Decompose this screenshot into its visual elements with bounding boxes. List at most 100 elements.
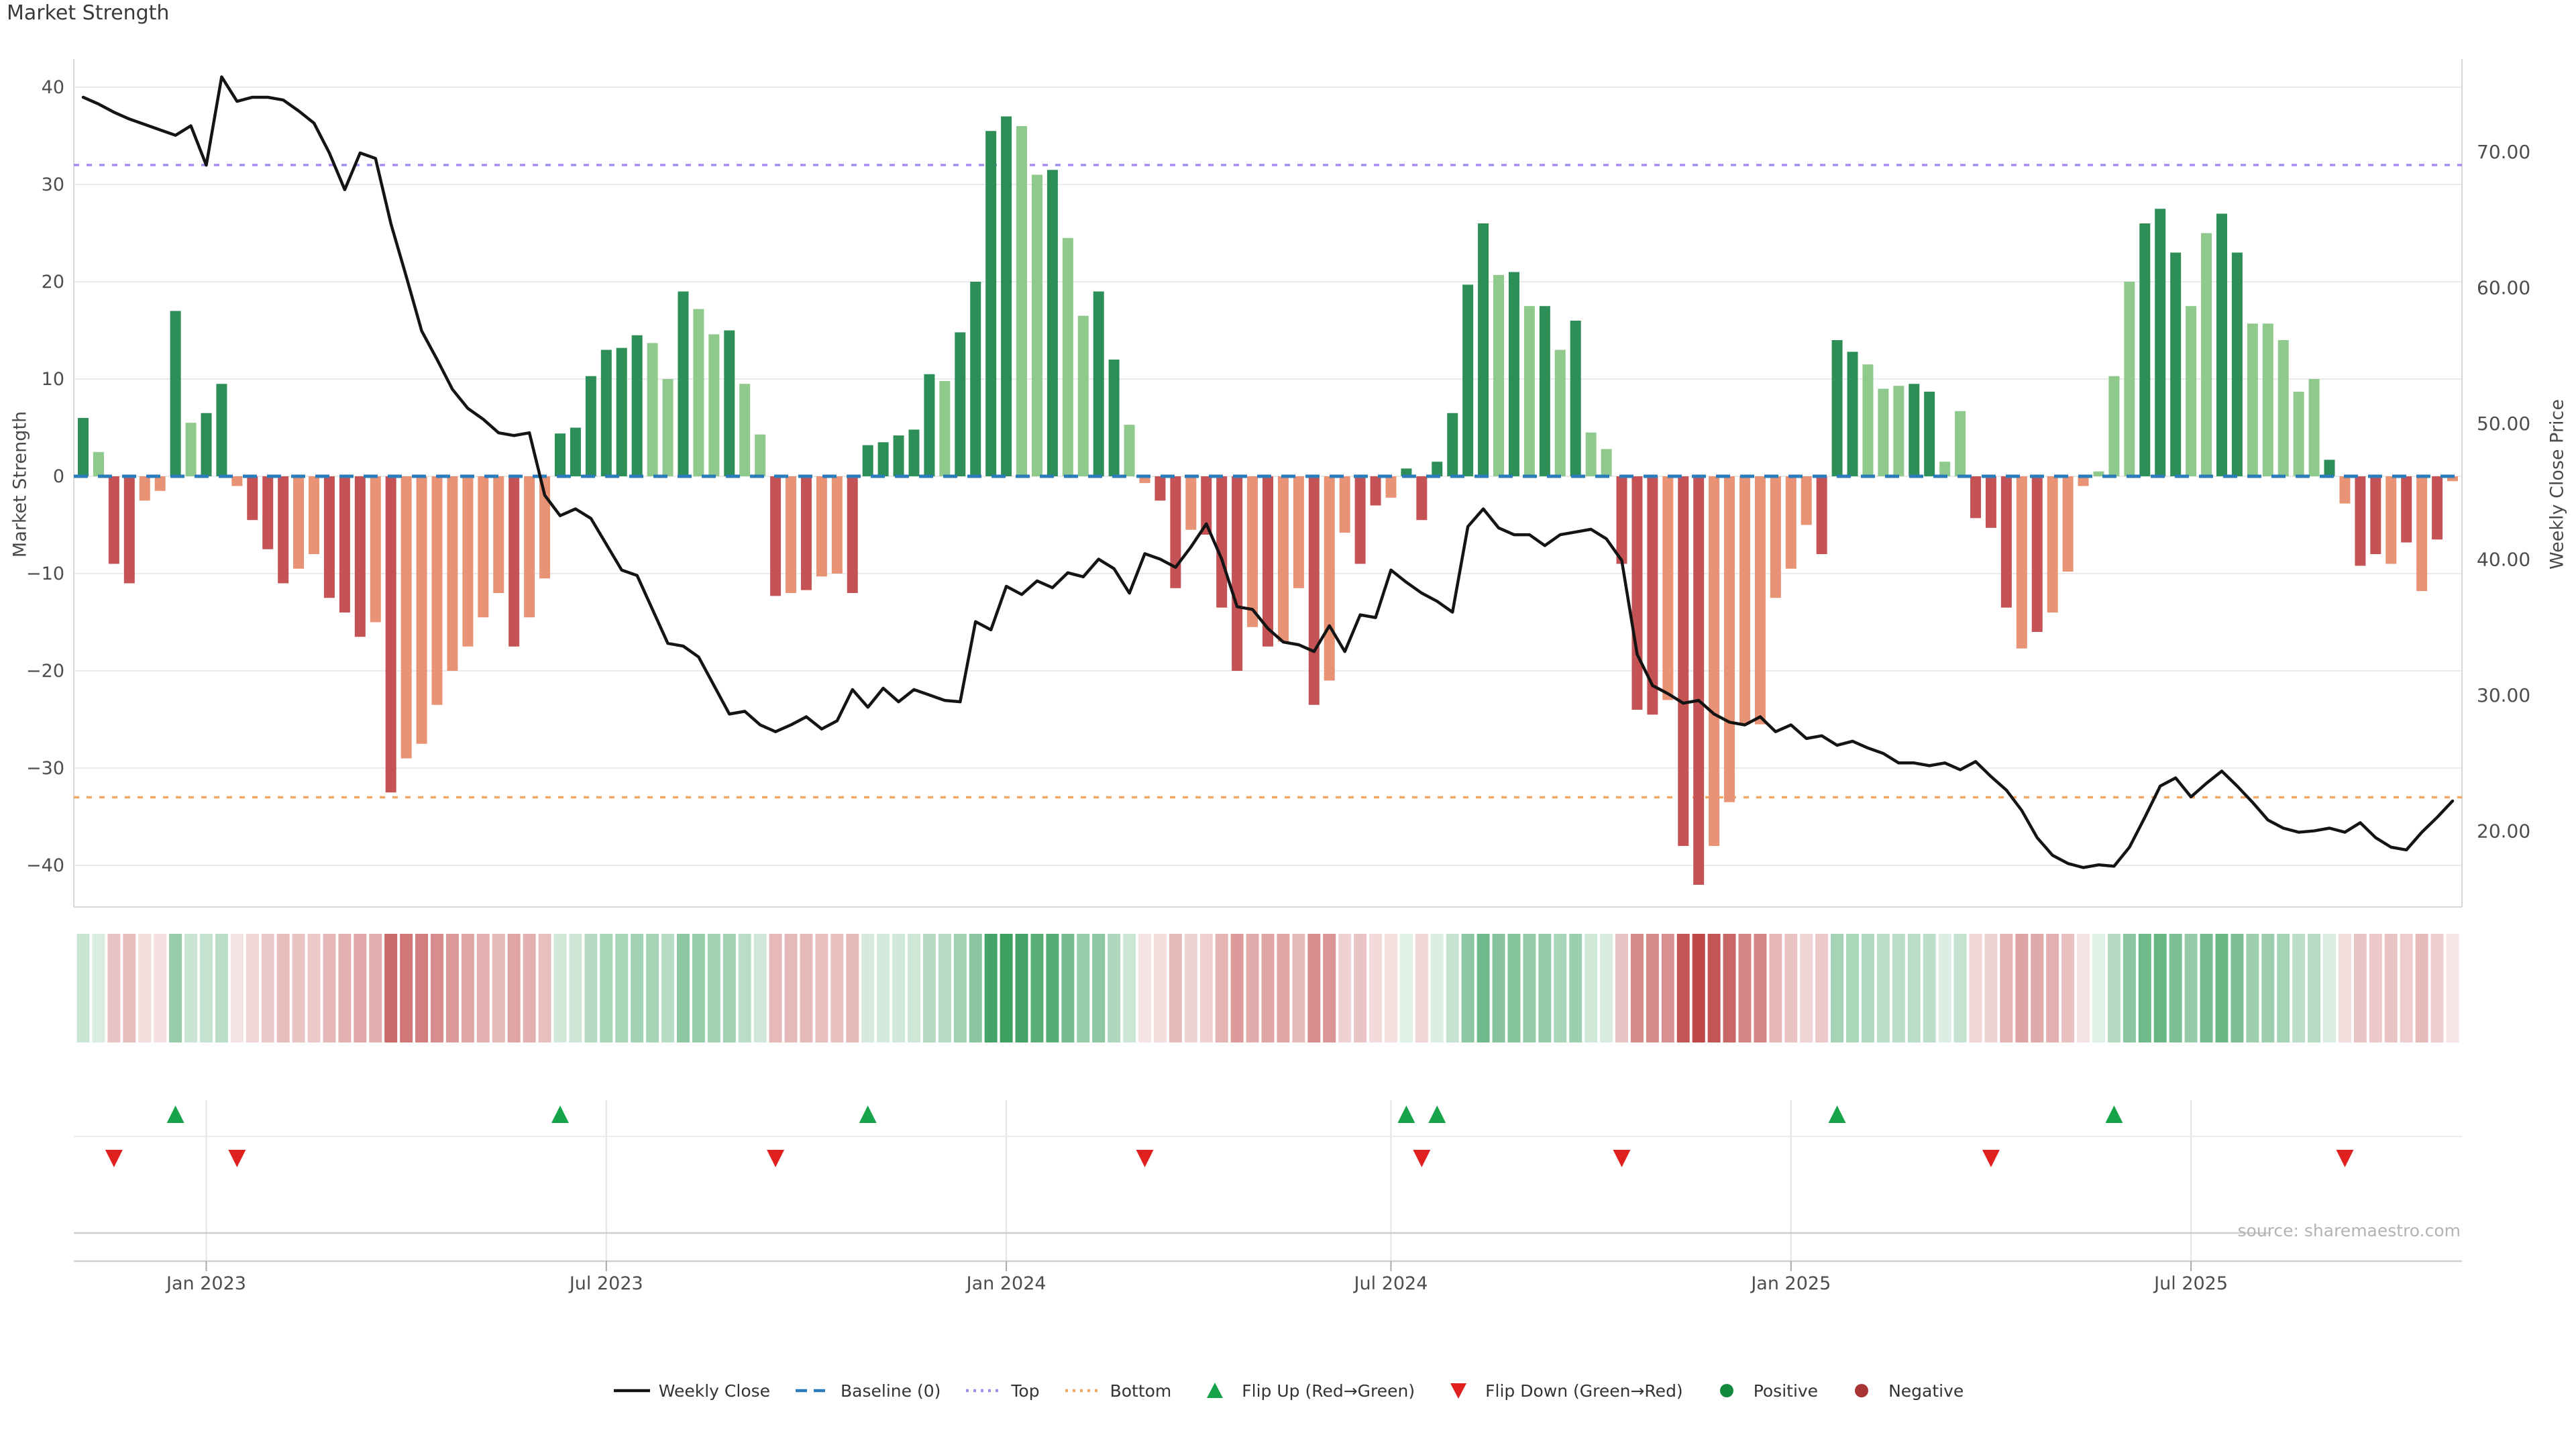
strength-bar xyxy=(1801,476,1812,525)
strength-bar xyxy=(1970,476,1982,519)
left-axis-tick-label: −10 xyxy=(26,564,64,584)
strength-bar xyxy=(2155,209,2166,476)
legend-label: Baseline (0) xyxy=(841,1381,941,1401)
heatmap-cell xyxy=(1246,934,1259,1042)
legend-item: Baseline (0) xyxy=(794,1381,941,1401)
strength-bar xyxy=(1678,476,1689,846)
heatmap-cell xyxy=(1861,934,1874,1042)
strength-bar xyxy=(985,131,997,476)
heatmap-cell xyxy=(2308,934,2321,1042)
x-axis-tick-label: Jan 2023 xyxy=(165,1273,246,1294)
strength-bar xyxy=(431,476,443,705)
heatmap-cell xyxy=(722,934,736,1042)
legend-label: Negative xyxy=(1888,1381,1964,1401)
heatmap-cell xyxy=(2261,934,2275,1042)
heatmap-cell xyxy=(800,934,813,1042)
heatmap-cell xyxy=(1230,934,1244,1042)
heatmap-cell xyxy=(199,934,213,1042)
heatmap-cell xyxy=(523,934,536,1042)
legend-dashed-icon xyxy=(796,1389,833,1393)
strength-bar xyxy=(2416,476,2428,592)
heatmap-cell xyxy=(1338,934,1352,1042)
strength-bar xyxy=(1370,476,1381,506)
heatmap-cell xyxy=(2231,934,2244,1042)
heatmap-cell xyxy=(92,934,105,1042)
strength-bar xyxy=(139,476,150,501)
strength-bar xyxy=(786,476,797,593)
left-axis-tick-label: −40 xyxy=(26,855,64,876)
heatmap-cell xyxy=(2200,934,2213,1042)
strength-bar xyxy=(1693,476,1705,885)
flip-up-marker xyxy=(2105,1106,2123,1123)
heatmap-cell xyxy=(2338,934,2351,1042)
strength-bar xyxy=(2108,376,2120,476)
heatmap-cell xyxy=(815,934,828,1042)
strength-bar xyxy=(447,476,458,671)
heatmap-cell xyxy=(953,934,967,1042)
heatmap-cell xyxy=(1754,934,1767,1042)
legend-label: Bottom xyxy=(1110,1381,1172,1401)
flip-down-marker xyxy=(1982,1150,2000,1167)
strength-bar xyxy=(1247,476,1258,627)
heatmap-cell xyxy=(261,934,274,1042)
strength-bar xyxy=(1862,364,1874,476)
strength-bar xyxy=(309,476,320,554)
x-axis-tick-label: Jul 2023 xyxy=(568,1273,643,1294)
strength-bar xyxy=(2293,391,2304,476)
heatmap-cell xyxy=(184,934,198,1042)
heatmap-cell xyxy=(1369,934,1383,1042)
strength-bar xyxy=(2170,252,2182,476)
legend-item: Flip Down (Green→Red) xyxy=(1439,1381,1683,1401)
heatmap-cell xyxy=(1061,934,1075,1042)
heatmap-cell xyxy=(2046,934,2059,1042)
heatmap-cell xyxy=(553,934,567,1042)
legend-label: Top xyxy=(1011,1381,1040,1401)
strength-bar xyxy=(2124,282,2135,476)
heatmap-cell xyxy=(1676,934,1690,1042)
strength-bar xyxy=(524,476,535,618)
heatmap-cell xyxy=(507,934,521,1042)
strength-bar xyxy=(2339,476,2351,504)
heatmap-cell xyxy=(1046,934,1059,1042)
heatmap-cell xyxy=(1399,934,1413,1042)
strength-bar xyxy=(1308,476,1320,705)
heatmap-cell xyxy=(1307,934,1321,1042)
heatmap-cell xyxy=(1092,934,1106,1042)
heatmap-cell xyxy=(2169,934,2182,1042)
heatmap-cell xyxy=(2215,934,2229,1042)
legend-item: Top xyxy=(965,1381,1040,1401)
heatmap-cell xyxy=(2277,934,2290,1042)
strength-bar xyxy=(939,380,951,476)
heatmap-cell xyxy=(1153,934,1167,1042)
strength-bar xyxy=(955,332,966,476)
strength-bar xyxy=(385,476,396,793)
heatmap-cell xyxy=(1892,934,1905,1042)
heatmap-cell xyxy=(2123,934,2136,1042)
heatmap-cell xyxy=(215,934,228,1042)
heatmap-cell xyxy=(1354,934,1367,1042)
right-axis-tick-label: 60.00 xyxy=(2477,277,2530,299)
legend-item: Flip Up (Red→Green) xyxy=(1195,1381,1415,1401)
strength-bar xyxy=(2016,476,2027,649)
heatmap-cell xyxy=(1569,934,1582,1042)
heatmap-cell xyxy=(1784,934,1798,1042)
heatmap-cell xyxy=(307,934,321,1042)
heatmap-cell xyxy=(1984,934,1998,1042)
heatmap-cell xyxy=(1538,934,1552,1042)
strength-bar xyxy=(1539,306,1550,476)
heatmap-cell xyxy=(1108,934,1121,1042)
strength-bar xyxy=(1508,272,1519,476)
strength-bar xyxy=(755,434,766,476)
heatmap-cell xyxy=(1415,934,1428,1042)
heatmap-cell xyxy=(615,934,629,1042)
plot-area: 40 30 20 10 0 −10 −20 −30 −40 70.00 60.00 50.00 40.0… xyxy=(26,59,2530,1294)
strength-bar xyxy=(1232,476,1243,671)
heatmap-cell xyxy=(1169,934,1182,1042)
strength-bar xyxy=(570,427,581,476)
strength-bar xyxy=(78,418,89,476)
heatmap-cell xyxy=(1277,934,1290,1042)
strength-bar xyxy=(123,476,135,584)
strength-bar xyxy=(1093,291,1104,476)
heatmap-cell xyxy=(1384,934,1397,1042)
heatmap-cell xyxy=(1600,934,1613,1042)
